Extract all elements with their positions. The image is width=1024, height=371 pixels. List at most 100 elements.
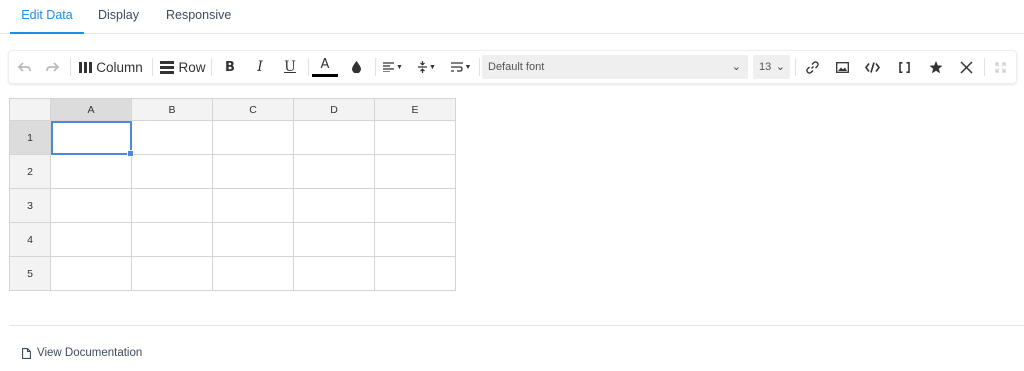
column-header-c[interactable]: C bbox=[212, 98, 294, 121]
chevron-down-icon: ▼ bbox=[429, 63, 436, 71]
bold-icon: B bbox=[225, 59, 235, 75]
fill-color-button[interactable] bbox=[344, 51, 368, 83]
code-icon bbox=[864, 61, 880, 73]
toolbar-separator bbox=[479, 58, 480, 76]
row-header-2[interactable]: 2 bbox=[9, 154, 51, 189]
columns-icon bbox=[79, 61, 93, 73]
undo-button[interactable] bbox=[13, 51, 35, 83]
vertical-align-icon bbox=[418, 61, 428, 73]
table-row: 5 bbox=[9, 256, 456, 291]
star-button[interactable] bbox=[924, 51, 948, 83]
link-icon bbox=[805, 60, 819, 74]
italic-icon: I bbox=[257, 59, 263, 75]
cell-b3[interactable] bbox=[131, 188, 213, 223]
row-header-3[interactable]: 3 bbox=[9, 188, 51, 223]
image-button[interactable] bbox=[830, 51, 854, 83]
brackets-icon bbox=[898, 61, 910, 73]
link-button[interactable] bbox=[800, 51, 824, 83]
document-icon bbox=[22, 347, 31, 359]
cell-c3[interactable] bbox=[212, 188, 294, 223]
cell-a2[interactable] bbox=[50, 154, 132, 189]
cell-b1[interactable] bbox=[131, 120, 213, 155]
column-header-e[interactable]: E bbox=[374, 98, 456, 121]
cell-b4[interactable] bbox=[131, 222, 213, 257]
cell-b5[interactable] bbox=[131, 256, 213, 291]
font-family-value: Default font bbox=[488, 61, 545, 73]
grid-corner[interactable] bbox=[9, 98, 51, 121]
cell-d4[interactable] bbox=[293, 222, 375, 257]
fullscreen-button[interactable] bbox=[989, 51, 1011, 83]
text-wrap-dropdown[interactable]: ▼ bbox=[447, 51, 475, 83]
row-header-1[interactable]: 1 bbox=[9, 120, 51, 155]
insert-column-button[interactable]: Column bbox=[75, 51, 147, 83]
cell-e3[interactable] bbox=[374, 188, 456, 223]
column-header-a[interactable]: A bbox=[50, 98, 132, 121]
toolbar-separator bbox=[984, 58, 985, 76]
cell-c2[interactable] bbox=[212, 154, 294, 189]
code-button[interactable] bbox=[860, 51, 884, 83]
text-color-swatch bbox=[312, 73, 338, 77]
cell-e5[interactable] bbox=[374, 256, 456, 291]
cell-d3[interactable] bbox=[293, 188, 375, 223]
align-dropdown[interactable]: ▼ bbox=[379, 51, 407, 83]
view-documentation-link[interactable]: View Documentation bbox=[22, 347, 142, 359]
underline-button[interactable]: U bbox=[278, 51, 302, 83]
redo-button[interactable] bbox=[41, 51, 63, 83]
insert-row-button[interactable]: Row bbox=[159, 51, 207, 83]
brackets-button[interactable] bbox=[892, 51, 916, 83]
cell-d5[interactable] bbox=[293, 256, 375, 291]
row-label: Row bbox=[178, 59, 206, 75]
toolbar-separator bbox=[152, 58, 153, 76]
cell-c5[interactable] bbox=[212, 256, 294, 291]
vertical-align-dropdown[interactable]: ▼ bbox=[413, 51, 441, 83]
cell-d2[interactable] bbox=[293, 154, 375, 189]
data-grid: A B C D E 1 2 3 4 5 bbox=[9, 98, 456, 291]
tab-display[interactable]: Display bbox=[98, 0, 139, 34]
bold-button[interactable]: B bbox=[218, 51, 242, 83]
italic-button[interactable]: I bbox=[248, 51, 272, 83]
chevron-down-icon: ⌄ bbox=[731, 61, 741, 73]
cell-e2[interactable] bbox=[374, 154, 456, 189]
cell-c1[interactable] bbox=[212, 120, 294, 155]
divider bbox=[9, 325, 1024, 326]
cell-a4[interactable] bbox=[50, 222, 132, 257]
cell-a3[interactable] bbox=[50, 188, 132, 223]
view-documentation-label: View Documentation bbox=[37, 347, 143, 359]
text-color-button[interactable]: A bbox=[311, 51, 339, 83]
chevron-down-icon: ⌄ bbox=[775, 61, 785, 73]
column-header-row: A B C D E bbox=[9, 98, 456, 121]
tab-bar: Edit Data Display Responsive bbox=[0, 0, 1024, 34]
droplet-icon bbox=[351, 61, 361, 73]
editor-toolbar: Column Row B I U A ▼ ▼ ▼ Default font ⌄ … bbox=[9, 51, 1016, 83]
toolbar-separator bbox=[211, 58, 212, 76]
toolbar-separator bbox=[308, 58, 309, 76]
font-size-value: 13 bbox=[759, 61, 772, 73]
cell-c4[interactable] bbox=[212, 222, 294, 257]
cell-b2[interactable] bbox=[131, 154, 213, 189]
expand-icon bbox=[994, 61, 1006, 73]
clear-button[interactable] bbox=[954, 51, 978, 83]
text-wrap-icon bbox=[450, 62, 463, 72]
table-row: 2 bbox=[9, 154, 456, 189]
undo-icon bbox=[17, 61, 31, 72]
cell-e4[interactable] bbox=[374, 222, 456, 257]
tab-responsive[interactable]: Responsive bbox=[166, 0, 231, 34]
row-header-4[interactable]: 4 bbox=[9, 222, 51, 257]
column-header-b[interactable]: B bbox=[131, 98, 213, 121]
chevron-down-icon: ▼ bbox=[464, 63, 472, 71]
cell-e1[interactable] bbox=[374, 120, 456, 155]
toolbar-separator bbox=[70, 58, 71, 76]
toolbar-separator bbox=[795, 58, 796, 76]
row-header-5[interactable]: 5 bbox=[9, 256, 51, 291]
font-size-select[interactable]: 13 ⌄ bbox=[753, 55, 790, 79]
font-family-select[interactable]: Default font ⌄ bbox=[482, 55, 748, 79]
column-header-d[interactable]: D bbox=[293, 98, 375, 121]
cell-a5[interactable] bbox=[50, 256, 132, 291]
redo-icon bbox=[45, 61, 59, 72]
rows-icon bbox=[160, 60, 175, 74]
close-icon bbox=[959, 60, 973, 74]
tab-edit-data[interactable]: Edit Data bbox=[10, 0, 84, 34]
cell-d1[interactable] bbox=[293, 120, 375, 155]
cell-a1[interactable] bbox=[50, 120, 135, 158]
chevron-down-icon: ▼ bbox=[396, 63, 403, 71]
